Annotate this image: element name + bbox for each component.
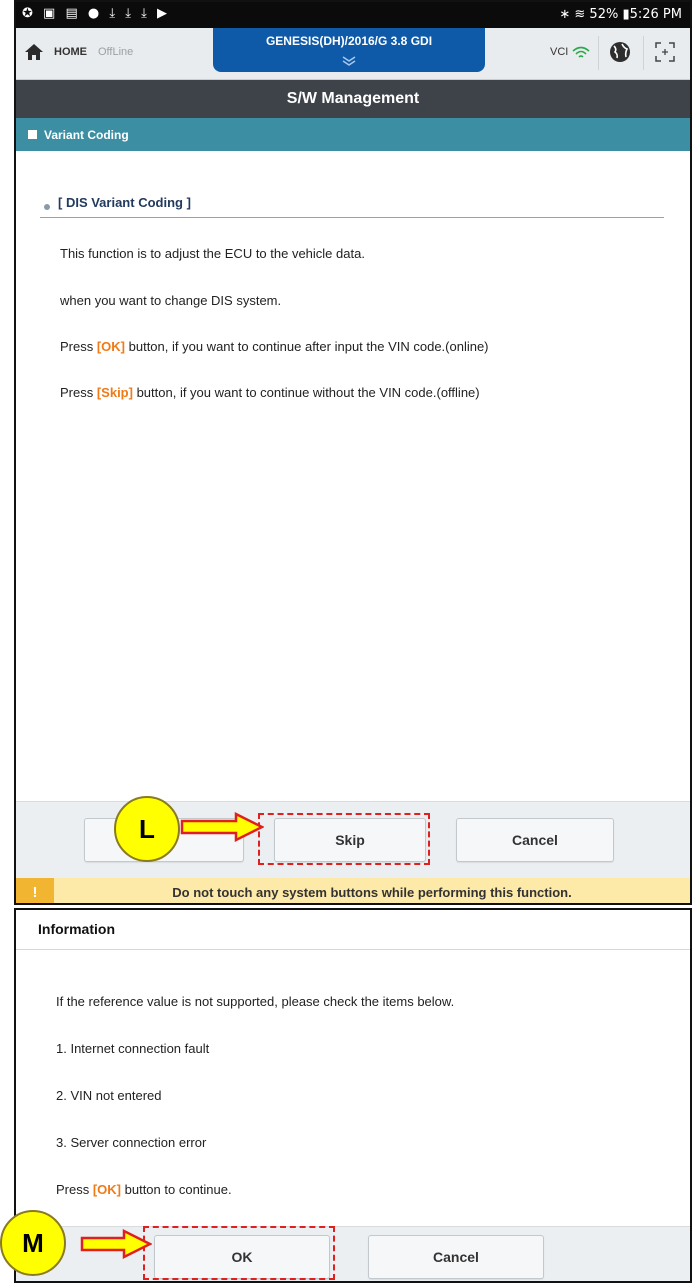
warning-text: Do not touch any system buttons while pe… xyxy=(172,885,572,900)
instruction-text: button, if you want to continue after in… xyxy=(125,339,489,354)
dialog-cancel-button[interactable]: Cancel xyxy=(368,1235,544,1279)
instruction-text: Press xyxy=(60,385,97,400)
callout-m: M xyxy=(0,1210,66,1276)
vehicle-name: GENESIS(DH)/2016/G 3.8 GDI xyxy=(265,34,433,48)
bullet-icon xyxy=(44,204,50,210)
dialog-line: 3. Server connection error xyxy=(56,1135,207,1150)
cancel-button[interactable]: Cancel xyxy=(456,818,614,862)
dialog-line: If the reference value is not supported,… xyxy=(56,994,455,1009)
description-line: This function is to adjust the ECU to th… xyxy=(60,246,365,261)
dialog-title: Information xyxy=(16,910,690,950)
ok-highlight-box xyxy=(143,1226,335,1280)
expand-icon[interactable] xyxy=(654,41,676,63)
divider xyxy=(643,36,644,70)
home-icon[interactable] xyxy=(24,42,44,62)
vci-label: VCI xyxy=(550,46,569,58)
section-title: Variant Coding xyxy=(44,128,129,142)
arrow-right-icon xyxy=(80,1229,152,1259)
description-line: when you want to change DIS system. xyxy=(60,293,282,308)
page-title: S/W Management xyxy=(16,80,690,118)
information-dialog: Information If the reference value is no… xyxy=(14,908,692,1283)
status-icons: ✪ ▣ ▤ ● ⤓ ⤓ ⤓ ▶ xyxy=(22,6,170,21)
offline-status: OffLine xyxy=(98,46,134,58)
chevron-down-icon[interactable] xyxy=(341,56,357,66)
divider xyxy=(598,36,599,70)
app-bar: HOME OffLine GENESIS(DH)/2016/G 3.8 GDI … xyxy=(16,28,690,80)
divider xyxy=(40,217,664,218)
globe-icon[interactable] xyxy=(608,40,632,64)
instruction-text: Press xyxy=(56,1182,93,1197)
sw-management-screen: ✪ ▣ ▤ ● ⤓ ⤓ ⤓ ▶ ∗ ≋ 52% ▮5:26 PM HOME Of… xyxy=(14,0,692,905)
dialog-line: 1. Internet connection fault xyxy=(56,1041,210,1056)
wifi-icon xyxy=(572,46,590,58)
skip-key-highlight: [Skip] xyxy=(96,385,133,400)
dialog-line: 2. VIN not entered xyxy=(56,1088,162,1103)
instruction-skip: Press [Skip] button, if you want to cont… xyxy=(60,385,480,400)
subsection-title: [ DIS Variant Coding ] xyxy=(58,195,191,210)
home-label[interactable]: HOME xyxy=(54,46,87,58)
warning-icon: ! xyxy=(16,878,54,903)
instruction-text: Press xyxy=(60,339,97,354)
vehicle-selector-tab[interactable]: GENESIS(DH)/2016/G 3.8 GDI xyxy=(213,28,485,72)
callout-l: L xyxy=(114,796,180,862)
status-bar: ✪ ▣ ▤ ● ⤓ ⤓ ⤓ ▶ ∗ ≋ 52% ▮5:26 PM xyxy=(16,2,690,28)
ok-key-highlight: [OK] xyxy=(96,339,126,354)
content-area: [ DIS Variant Coding ] This function is … xyxy=(16,151,690,801)
instruction-text: button, if you want to continue without … xyxy=(132,385,480,400)
dialog-instruction: Press [OK] button to continue. xyxy=(56,1182,232,1197)
warning-banner: ! Do not touch any system buttons while … xyxy=(16,878,690,903)
arrow-right-icon xyxy=(180,812,264,842)
ok-key-highlight: [OK] xyxy=(92,1182,122,1197)
skip-highlight-box xyxy=(258,813,430,865)
section-header: Variant Coding xyxy=(16,118,690,151)
status-clock: ∗ ≋ 52% ▮5:26 PM xyxy=(559,7,682,22)
square-bullet-icon xyxy=(28,130,37,139)
instruction-text: button to continue. xyxy=(121,1182,232,1197)
instruction-ok: Press [OK] button, if you want to contin… xyxy=(60,339,489,354)
